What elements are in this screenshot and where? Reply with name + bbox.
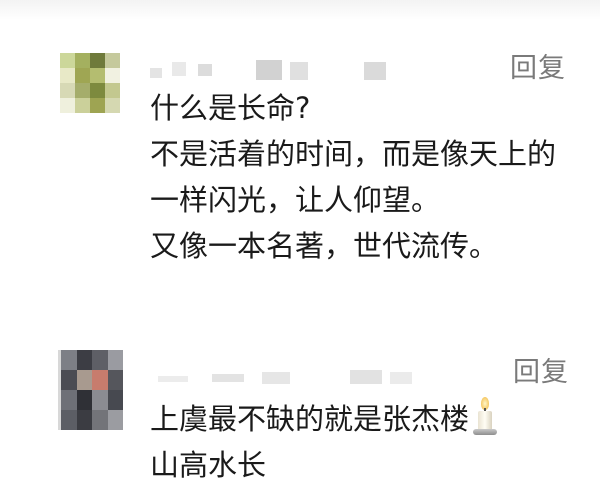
comment-line: 山高水长 — [150, 448, 267, 482]
comment-line: 上虞最不缺的就是张杰楼 — [150, 396, 499, 442]
username-blurred — [150, 366, 420, 388]
comment-line-text: 上虞最不缺的就是张杰楼 — [150, 402, 470, 436]
avatar[interactable] — [58, 350, 123, 430]
reply-button[interactable]: 回复 — [513, 350, 569, 389]
candle-icon — [473, 397, 499, 437]
comment-item: 回复 上虞最不缺的就是张杰楼 山高水长 — [0, 0, 600, 499]
comment-text: 上虞最不缺的就是张杰楼 山高水长 — [150, 396, 499, 488]
